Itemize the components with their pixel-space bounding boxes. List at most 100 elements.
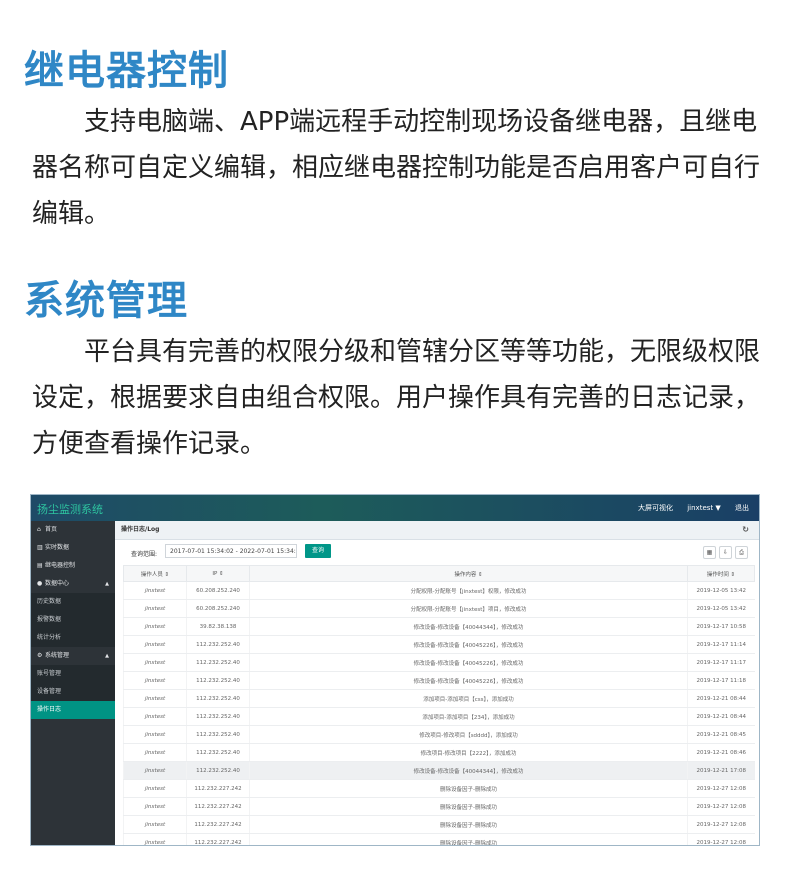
date-range-input[interactable]: 2017-07-01 15:34:02 - 2022-07-01 15:34:0… <box>165 544 297 558</box>
cell-time: 2019-12-17 11:14 <box>687 635 755 654</box>
cell-content: 修改设备-修改设备【40044344】，修改成功 <box>249 761 688 780</box>
cell-operator: jinxtest <box>123 653 187 672</box>
sidebar-item[interactable]: 统计分析 <box>31 629 115 647</box>
user-menu[interactable]: jinxtest ▼ <box>687 504 721 512</box>
table-row[interactable]: jinxtest 112.232.252.40 修改设备-修改设备【40045226… <box>123 635 755 654</box>
sidebar-item-label: 历史数据 <box>37 598 62 605</box>
cell-operator: jinxtest <box>123 797 187 816</box>
refresh-icon[interactable]: ↻ <box>742 521 749 539</box>
print-icon[interactable]: ⎙ <box>735 546 748 559</box>
column-header-content[interactable]: 操作内容 ⇕ <box>249 565 688 582</box>
sidebar-item[interactable]: 历史数据 <box>31 593 115 611</box>
table-row[interactable]: jinxtest 60.208.252.240 分配权限-分配账号【jinxtest… <box>123 581 755 600</box>
main-panel: 操作日志/Log ↻ 查询范围: 2017-07-01 15:34:02 - 2… <box>115 521 759 845</box>
chart-icon: ▥ <box>37 544 43 551</box>
table-row[interactable]: jinxtest 112.232.252.40 添加项目-添加项目【234】，添加成… <box>123 707 755 726</box>
cell-operator: jinxtest <box>123 707 187 726</box>
app-screenshot: 扬尘监测系统 大屏可视化 jinxtest ▼ 退出 ⌂ 首页 ▥ 实时数据 ▤ 继电器控… <box>30 494 760 846</box>
logout-link[interactable]: 退出 <box>735 504 749 512</box>
cell-content: 修改设备-修改设备【40044344】，修改成功 <box>249 617 688 636</box>
cell-operator: jinxtest <box>123 599 187 618</box>
sidebar-item-label: 统计分析 <box>37 634 62 641</box>
sidebar-item[interactable]: 账号管理 <box>31 665 115 683</box>
cell-content: 添加项目-添加项目【234】，添加成功 <box>249 707 688 726</box>
sidebar-item-label: 操作日志 <box>37 706 62 713</box>
table-row[interactable]: jinxtest 112.232.252.40 修改设备-修改设备【40044344… <box>123 761 755 780</box>
cell-content: 添加项目-添加项目【css】，添加成功 <box>249 689 688 708</box>
cell-content: 删除设备因子-删除成功 <box>249 815 688 834</box>
table-row[interactable]: jinxtest 112.232.252.40 修改设备-修改设备【40045226… <box>123 653 755 672</box>
column-header-ip[interactable]: IP ⇕ <box>186 565 250 582</box>
sidebar-item[interactable]: ⌂ 首页 <box>31 521 115 539</box>
cell-operator: jinxtest <box>123 581 187 600</box>
table-row[interactable]: jinxtest 112.232.227.242 删除设备因子-删除成功 2019-1… <box>123 779 755 798</box>
cell-time: 2019-12-17 11:17 <box>687 653 755 672</box>
cell-ip: 112.232.252.40 <box>186 725 250 744</box>
query-toolbar: 查询范围: 2017-07-01 15:34:02 - 2022-07-01 1… <box>115 540 759 566</box>
table-row[interactable]: jinxtest 112.232.252.40 修改设备-修改设备【40045226… <box>123 671 755 690</box>
cell-ip: 60.208.252.240 <box>186 599 250 618</box>
cell-ip: 39.82.38.138 <box>186 617 250 636</box>
cell-content: 分配权限-分配账号【jinxtest】项目，修改成功 <box>249 599 688 618</box>
cell-operator: jinxtest <box>123 815 187 834</box>
sidebar-item[interactable]: ● 数据中心 ▲ <box>31 575 115 593</box>
table-row[interactable]: jinxtest 112.232.252.40 修改项目-修改项目【sdddd】，添… <box>123 725 755 744</box>
home-icon: ⌂ <box>37 526 41 533</box>
cell-operator: jinxtest <box>123 671 187 690</box>
column-header-operator[interactable]: 操作人员 ⇕ <box>123 565 187 582</box>
cell-content: 修改项目-修改项目【2222】，添加成功 <box>249 743 688 762</box>
sidebar-item[interactable]: 设备管理 <box>31 683 115 701</box>
cell-operator: jinxtest <box>123 635 187 654</box>
cell-time: 2019-12-27 12:08 <box>687 779 755 798</box>
column-header-time[interactable]: 操作时间 ⇕ <box>687 565 755 582</box>
table-header-row: 操作人员 ⇕ IP ⇕ 操作内容 ⇕ 操作时间 ⇕ <box>123 565 755 582</box>
settings-icon: ⚙ <box>37 652 43 659</box>
query-label: 查询范围: <box>131 551 158 558</box>
grid-icon[interactable]: ▦ <box>703 546 716 559</box>
cell-time: 2019-12-21 08:44 <box>687 689 755 708</box>
sidebar-item[interactable]: ▥ 实时数据 <box>31 539 115 557</box>
cell-operator: jinxtest <box>123 779 187 798</box>
sidebar-item[interactable]: ⚙ 系统管理 ▲ <box>31 647 115 665</box>
table-row[interactable]: jinxtest 112.232.227.242 删除设备因子-删除成功 2019-1… <box>123 797 755 816</box>
cell-ip: 112.232.252.40 <box>186 635 250 654</box>
table-row[interactable]: jinxtest 39.82.38.138 修改设备-修改设备【40044344】，… <box>123 617 755 636</box>
cell-content: 修改设备-修改设备【40045226】，修改成功 <box>249 671 688 690</box>
sidebar-item[interactable]: ▤ 继电器控制 <box>31 557 115 575</box>
sidebar: ⌂ 首页 ▥ 实时数据 ▤ 继电器控制 ● 数据中心 ▲ 历史数据报警数据统计分析 ⚙ 系统管理 ▲ 账号… <box>31 521 115 845</box>
cell-ip: 112.232.252.40 <box>186 761 250 780</box>
cell-ip: 112.232.252.40 <box>186 743 250 762</box>
cell-ip: 112.232.227.242 <box>186 833 250 845</box>
chevron-up-icon: ▲ <box>105 581 109 587</box>
cell-operator: jinxtest <box>123 689 187 708</box>
app-logo: 扬尘监测系统 <box>37 503 103 516</box>
chevron-up-icon: ▲ <box>105 653 109 659</box>
cell-ip: 112.232.227.242 <box>186 797 250 816</box>
cell-time: 2019-12-21 17:08 <box>687 761 755 780</box>
top-bar-actions: 大屏可视化 jinxtest ▼ 退出 <box>626 503 749 513</box>
table-row[interactable]: jinxtest 112.232.252.40 添加项目-添加项目【css】，添加成… <box>123 689 755 708</box>
table-row[interactable]: jinxtest 112.232.227.242 删除设备因子-删除成功 2019-1… <box>123 833 755 845</box>
export-icon[interactable]: ⇩ <box>719 546 732 559</box>
panel-header: 操作日志/Log ↻ <box>115 521 759 540</box>
cell-content: 删除设备因子-删除成功 <box>249 833 688 845</box>
section-text-system: 平台具有完善的权限分级和管辖分区等等功能，无限级权限设定，根据要求自由组合权限。… <box>32 337 761 459</box>
table-row[interactable]: jinxtest 112.232.252.40 修改项目-修改项目【2222】，添加… <box>123 743 755 762</box>
cell-content: 修改设备-修改设备【40045226】，修改成功 <box>249 653 688 672</box>
sidebar-item[interactable]: 操作日志 <box>31 701 115 719</box>
cell-content: 删除设备因子-删除成功 <box>249 797 688 816</box>
section-text-relay: 支持电脑端、APP端远程手动控制现场设备继电器，且继电器名称可自定义编辑，相应继… <box>32 107 761 229</box>
sidebar-item-label: 继电器控制 <box>45 562 76 569</box>
sidebar-item-label: 账号管理 <box>37 670 62 677</box>
cell-ip: 112.232.227.242 <box>186 815 250 834</box>
screen-link[interactable]: 大屏可视化 <box>638 504 673 512</box>
cell-content: 修改设备-修改设备【40045226】，修改成功 <box>249 635 688 654</box>
top-bar: 扬尘监测系统 大屏可视化 jinxtest ▼ 退出 <box>31 495 759 521</box>
query-button[interactable]: 查询 <box>305 544 331 558</box>
cell-time: 2019-12-17 10:58 <box>687 617 755 636</box>
table-row[interactable]: jinxtest 112.232.227.242 删除设备因子-删除成功 2019-1… <box>123 815 755 834</box>
table-row[interactable]: jinxtest 60.208.252.240 分配权限-分配账号【jinxtest… <box>123 599 755 618</box>
cell-time: 2019-12-05 13:42 <box>687 599 755 618</box>
cell-operator: jinxtest <box>123 743 187 762</box>
sidebar-item[interactable]: 报警数据 <box>31 611 115 629</box>
